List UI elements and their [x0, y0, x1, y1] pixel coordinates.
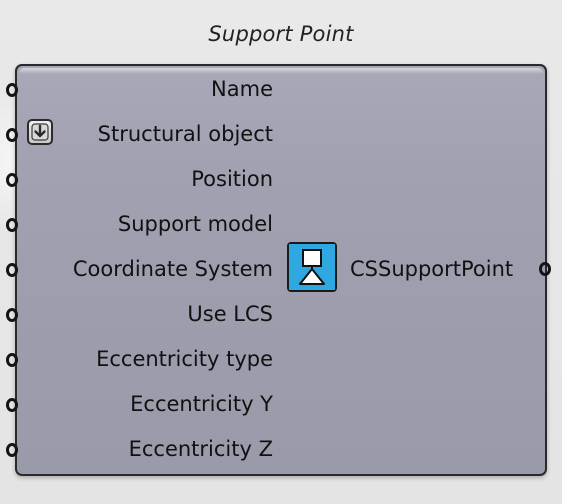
support-point-icon — [287, 242, 337, 292]
input-grip-eccentricity-type[interactable] — [6, 353, 18, 367]
component-title: Support Point — [208, 22, 354, 46]
input-label-support-model: Support model — [117, 212, 273, 236]
input-structural-object[interactable]: Structural object — [6, 111, 275, 156]
input-grip-support-model[interactable] — [6, 218, 18, 232]
input-coordinate-system[interactable]: Coordinate System — [6, 246, 275, 291]
input-grip-structural-object[interactable] — [6, 128, 18, 142]
input-grip-position[interactable] — [6, 173, 18, 187]
input-grip-name[interactable] — [6, 83, 18, 97]
input-label-eccentricity-y: Eccentricity Y — [130, 392, 273, 416]
input-use-lcs[interactable]: Use LCS — [6, 291, 275, 336]
input-name[interactable]: Name — [6, 66, 275, 111]
input-label-position: Position — [191, 167, 273, 191]
input-label-eccentricity-z: Eccentricity Z — [128, 437, 273, 461]
input-parameters: Name Structural object Position Support … — [6, 64, 275, 476]
input-label-eccentricity-type: Eccentricity type — [96, 347, 273, 371]
input-eccentricity-type[interactable]: Eccentricity type — [6, 336, 275, 381]
input-support-model[interactable]: Support model — [6, 201, 275, 246]
output-label-cssupportpoint: CSSupportPoint — [350, 257, 514, 281]
down-arrow-icon — [27, 119, 53, 145]
input-eccentricity-y[interactable]: Eccentricity Y — [6, 381, 275, 426]
input-label-coordinate-system: Coordinate System — [72, 257, 273, 281]
input-position[interactable]: Position — [6, 156, 275, 201]
input-grip-eccentricity-y[interactable] — [6, 398, 18, 412]
output-grip-cssupportpoint[interactable] — [539, 262, 551, 276]
input-label-structural-object: Structural object — [97, 122, 273, 146]
input-label-use-lcs: Use LCS — [187, 302, 273, 326]
input-grip-use-lcs[interactable] — [6, 308, 18, 322]
input-eccentricity-z[interactable]: Eccentricity Z — [6, 426, 275, 471]
input-grip-coordinate-system[interactable] — [6, 263, 18, 277]
input-label-name: Name — [211, 77, 273, 101]
input-grip-eccentricity-z[interactable] — [6, 443, 18, 457]
